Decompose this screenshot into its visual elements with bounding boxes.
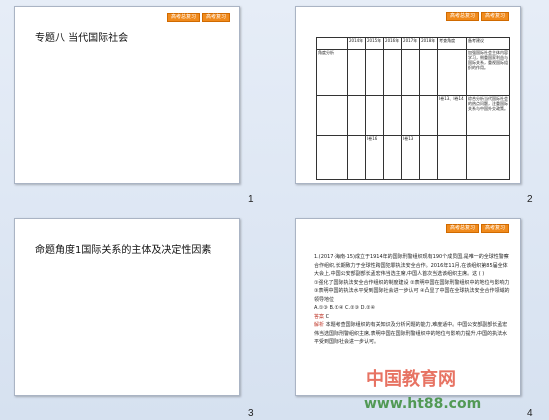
question-options: ①强化了国际执法安全合作组织的制度建设 ②表明中国在国际刑警组织中的地位与影响力…: [314, 279, 510, 303]
table-cell: [346, 95, 367, 136]
table-cell: Ⅰ卷13、Ⅰ卷14: [437, 95, 467, 136]
exam-table: 2014年 2015年 2016年 2017年 2018年 考查角度 备考建议 …: [316, 37, 510, 180]
table-cell: [383, 135, 403, 180]
tag-badge: 高考总复习: [446, 12, 480, 21]
table-cell: [437, 135, 467, 180]
slide-1-title: 专题八 当代国际社会: [35, 33, 129, 44]
watermark-top: 中国教育网: [366, 369, 456, 390]
slide-number-1: 1: [248, 194, 254, 205]
table-cell: [365, 95, 385, 136]
slide-number-3: 3: [248, 408, 254, 419]
table-header-cell: 2016年: [383, 37, 403, 50]
slide-1-tags: 高考总复习 高考复习: [167, 13, 231, 22]
table-cell: 加强国际社会主体内容学习，侧重国家利益与国际关系，重视国际组织的作用。: [466, 49, 510, 96]
table-cell: [437, 49, 467, 96]
table-cell: 角度分析: [316, 49, 348, 96]
table-header-cell: 2015年: [365, 37, 385, 50]
slide-3-title: 命题角度1国际关系的主体及决定性因素: [35, 245, 212, 256]
table-cell: Ⅰ卷13: [401, 135, 421, 180]
question-block: 1.(2017·海南·15)成立于1914年的国际刑警组织现有190个成员国,是…: [314, 253, 510, 347]
slide-thumbnail-2[interactable]: 高考总复习 高考复习 2014年 2015年 2016年 2017年 2018年…: [295, 6, 521, 184]
table-cell: [466, 135, 510, 180]
slide-4-tags: 高考总复习 高考复习: [446, 224, 510, 233]
answer-line: 答案 C: [314, 313, 510, 322]
answer-value: C: [325, 313, 330, 320]
question-choices: A.①③ B.①④ C.②③ D.②④: [314, 305, 376, 311]
table-header-cell: 备考建议: [466, 37, 510, 50]
slide-2-tags: 高考总复习 高考复习: [446, 12, 510, 21]
table-cell: [419, 49, 439, 96]
table-header-cell: 考查角度: [437, 37, 467, 50]
table-cell: [316, 135, 348, 180]
table-cell: [346, 49, 367, 96]
slide-thumbnail-1[interactable]: 高考总复习 高考复习 专题八 当代国际社会: [14, 6, 240, 184]
table-cell: [401, 95, 421, 136]
analysis-label: 解析: [314, 322, 325, 328]
table-header-cell: 2017年: [401, 37, 421, 50]
table-cell: 综合分析当代国际社会的热点问题，注重国际关系与中国外交政策。: [466, 95, 510, 136]
table-cell: [401, 49, 421, 96]
analysis-text: 本题考查国际组织的有关知识及分析问题的能力,难度适中。中国公安部副部长孟宏伟当选…: [314, 322, 508, 345]
table-header-cell: 2018年: [419, 37, 439, 50]
slide-thumbnail-3[interactable]: 命题角度1国际关系的主体及决定性因素: [14, 218, 240, 396]
table-cell: [316, 95, 348, 136]
table-cell: [419, 135, 439, 180]
slide-number-2: 2: [527, 194, 533, 205]
tag-badge: 高考总复习: [167, 13, 201, 22]
table-cell: [383, 95, 403, 136]
slide-number-4: 4: [527, 408, 533, 419]
table-header-cell: 2014年: [346, 37, 367, 50]
question-stem: 1.(2017·海南·15)成立于1914年的国际刑警组织现有190个成员国,是…: [314, 254, 509, 277]
table-header-cell: [316, 37, 348, 50]
tag-badge: 高考复习: [202, 13, 231, 22]
slide-thumbnail-4[interactable]: 高考总复习 高考复习 1.(2017·海南·15)成立于1914年的国际刑警组织…: [295, 218, 521, 396]
tag-badge: 高考复习: [481, 12, 510, 21]
analysis-line: 解析 本题考查国际组织的有关知识及分析问题的能力,难度适中。中国公安部副部长孟宏…: [314, 321, 510, 347]
tag-badge: 高考复习: [481, 224, 510, 233]
table-cell: [346, 135, 367, 180]
table-cell: [365, 49, 385, 96]
table-cell: Ⅰ卷16: [365, 135, 385, 180]
table-cell: [419, 95, 439, 136]
tag-badge: 高考总复习: [446, 224, 480, 233]
table-cell: [383, 49, 403, 96]
watermark-bottom: www.ht88.com: [364, 396, 482, 412]
answer-label: 答案: [314, 313, 325, 320]
